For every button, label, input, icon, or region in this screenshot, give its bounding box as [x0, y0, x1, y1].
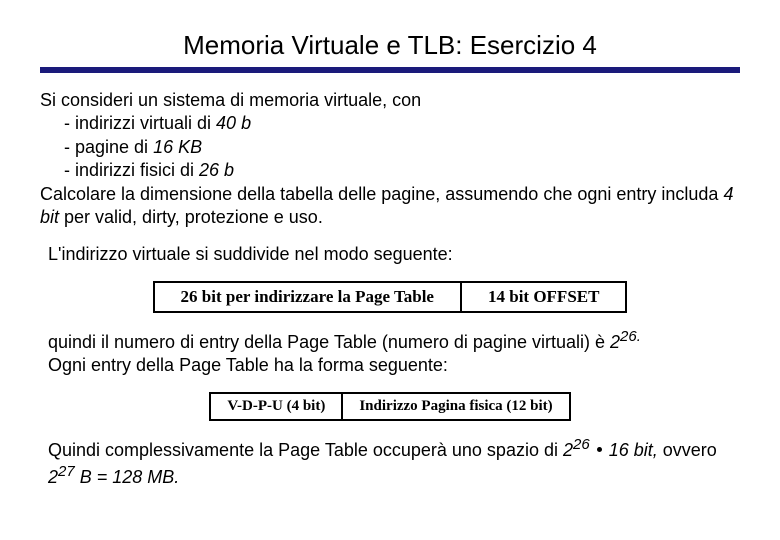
calc-text-a: Calcolare la dimensione della tabella de…: [40, 184, 723, 204]
bullet-physical-addr: - indirizzi fisici di 26 b: [40, 160, 234, 180]
bullet-virtual-addr-text: - indirizzi virtuali di: [64, 113, 216, 133]
intro-line: Si consideri un sistema di memoria virtu…: [40, 90, 421, 110]
final-a: Quindi complessivamente la Page Table oc…: [48, 440, 563, 460]
entries-exp: 26.: [620, 328, 641, 345]
final-exp2: 27: [58, 463, 75, 480]
virtual-addr-split-label: L'indirizzo virtuale si suddivide nel mo…: [48, 243, 740, 266]
slide-title: Memoria Virtuale e TLB: Esercizio 4: [40, 30, 740, 61]
mult-dot-icon: [597, 447, 602, 452]
final-e: ovvero: [658, 440, 717, 460]
bullet-physical-addr-val: 26 b: [199, 160, 234, 180]
final-h: B = 128 MB.: [75, 467, 180, 487]
virtual-addr-diagram: 26 bit per indirizzare la Page Table 14 …: [40, 281, 740, 313]
final-exp1: 26: [573, 436, 590, 453]
entries-explanation: quindi il numero di entry della Page Tab…: [48, 327, 740, 378]
offset-cell: 14 bit OFFSET: [462, 283, 625, 311]
calc-text-c: per valid, dirty, protezione e uso.: [59, 207, 323, 227]
entries-base: 2: [610, 332, 620, 352]
entries-text-a: quindi il numero di entry della Page Tab…: [48, 332, 610, 352]
phys-addr-cell: Indirizzo Pagina fisica (12 bit): [343, 394, 568, 419]
final-base2: 2: [48, 467, 58, 487]
bullet-virtual-addr-val: 40 b: [216, 113, 251, 133]
bullet-page-size: - pagine di 16 KB: [40, 137, 202, 157]
bullet-physical-addr-text: - indirizzi fisici di: [64, 160, 199, 180]
final-calculation: Quindi complessivamente la Page Table oc…: [48, 435, 740, 490]
final-d: 16 bit,: [609, 440, 658, 460]
final-base1: 2: [563, 440, 573, 460]
flags-cell: V-D-P-U (4 bit): [211, 394, 343, 419]
page-entry-diagram: V-D-P-U (4 bit) Indirizzo Pagina fisica …: [40, 392, 740, 421]
bullet-page-size-val: 16 KB: [153, 137, 202, 157]
bullet-page-size-text: - pagine di: [64, 137, 153, 157]
page-table-index-cell: 26 bit per indirizzare la Page Table: [155, 283, 462, 311]
entries-text-d: Ogni entry della Page Table ha la forma …: [48, 355, 448, 375]
problem-statement: Si consideri un sistema di memoria virtu…: [40, 89, 740, 229]
bullet-virtual-addr: - indirizzi virtuali di 40 b: [40, 113, 251, 133]
title-divider: [40, 67, 740, 73]
